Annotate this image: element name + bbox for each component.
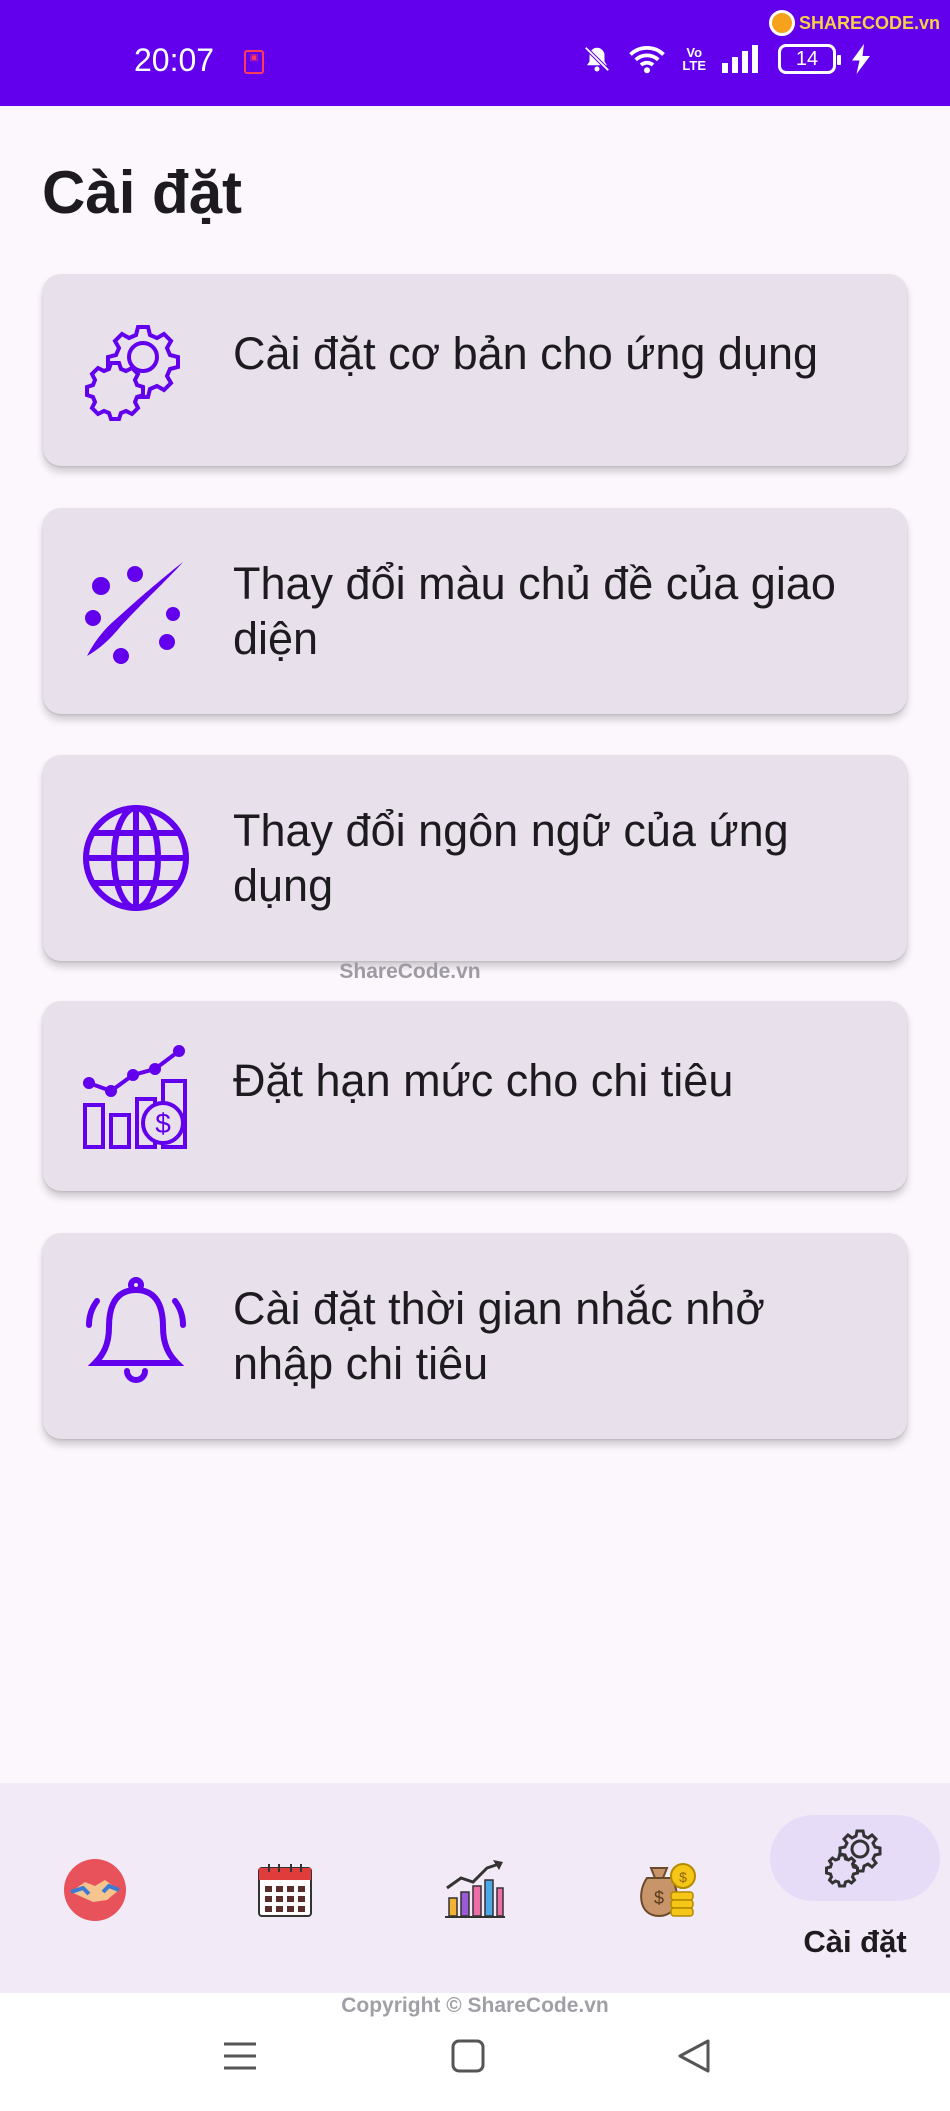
nav-item-settings-label[interactable]: Cài đặt [770,1924,940,1960]
charging-icon [852,44,870,74]
bottom-navigation: $ $ [0,1783,950,1993]
sharecode-logo-icon [768,10,795,36]
status-time: 20:07 [134,42,215,78]
wifi-icon [629,46,666,74]
setting-label: Đặt hạn mức cho chi tiêu [233,1055,734,1106]
setting-label: Thay đổi ngôn ngữ của ứng dụng [233,805,789,911]
setting-card-basic[interactable]: Cài đặt cơ bản cho ứng dụng [43,274,907,466]
setting-label: Cài đặt thời gian nhắc nhở nhập chi tiêu [233,1283,765,1389]
setting-label: Cài đặt cơ bản cho ứng dụng [233,328,819,379]
notification-app-icon: ▣ [244,50,264,74]
palette-brush-icon [81,556,191,666]
growth-chart-icon [445,1860,505,1918]
page-title: Cài đặt [42,159,243,226]
sharecode-watermark: SHARECODE.vn [768,10,940,36]
handshake-icon [64,1859,126,1921]
budget-chart-icon: $ [81,1041,191,1151]
setting-card-language[interactable]: Thay đổi ngôn ngữ của ứng dụng [43,755,907,961]
volte-indicator: Vo LTE [682,45,706,73]
nav-item-budget[interactable]: $ $ [570,1783,760,1993]
setting-card-reminder[interactable]: Cài đặt thời gian nhắc nhở nhập chi tiêu [43,1233,907,1439]
sharecode-watermark-mid: ShareCode.vn [339,960,481,983]
svg-text:$: $ [654,1888,664,1908]
gear-icon[interactable] [820,1825,890,1891]
svg-text:$: $ [155,1108,171,1139]
copyright-watermark: Copyright © ShareCode.vn [341,1994,609,2017]
status-bar: 20:07 ▣ Vo LTE 14 SHARECODE.vn [0,0,950,106]
mute-bell-icon [584,46,610,72]
bell-icon [81,1275,191,1385]
setting-card-theme[interactable]: Thay đổi màu chủ đề của giao diện [43,508,907,714]
calendar-icon [258,1864,312,1917]
signal-icon [722,45,758,73]
status-icons: Vo LTE 14 [582,44,870,74]
recent-apps-icon[interactable] [222,2038,258,2074]
setting-label: Thay đổi màu chủ đề của giao diện [233,558,836,664]
nav-item-calendar[interactable] [190,1783,380,1993]
home-icon[interactable] [450,2038,486,2074]
back-icon[interactable] [676,2038,712,2074]
setting-card-budget[interactable]: $ Đặt hạn mức cho chi tiêu [43,1001,907,1191]
svg-text:$: $ [679,1869,687,1885]
battery-indicator: 14 [778,44,841,74]
globe-icon [81,803,191,913]
gears-icon [81,315,191,425]
nav-item-statistics[interactable] [380,1783,570,1993]
nav-item-transactions[interactable] [0,1783,190,1993]
money-bag-icon: $ $ [640,1863,696,1918]
